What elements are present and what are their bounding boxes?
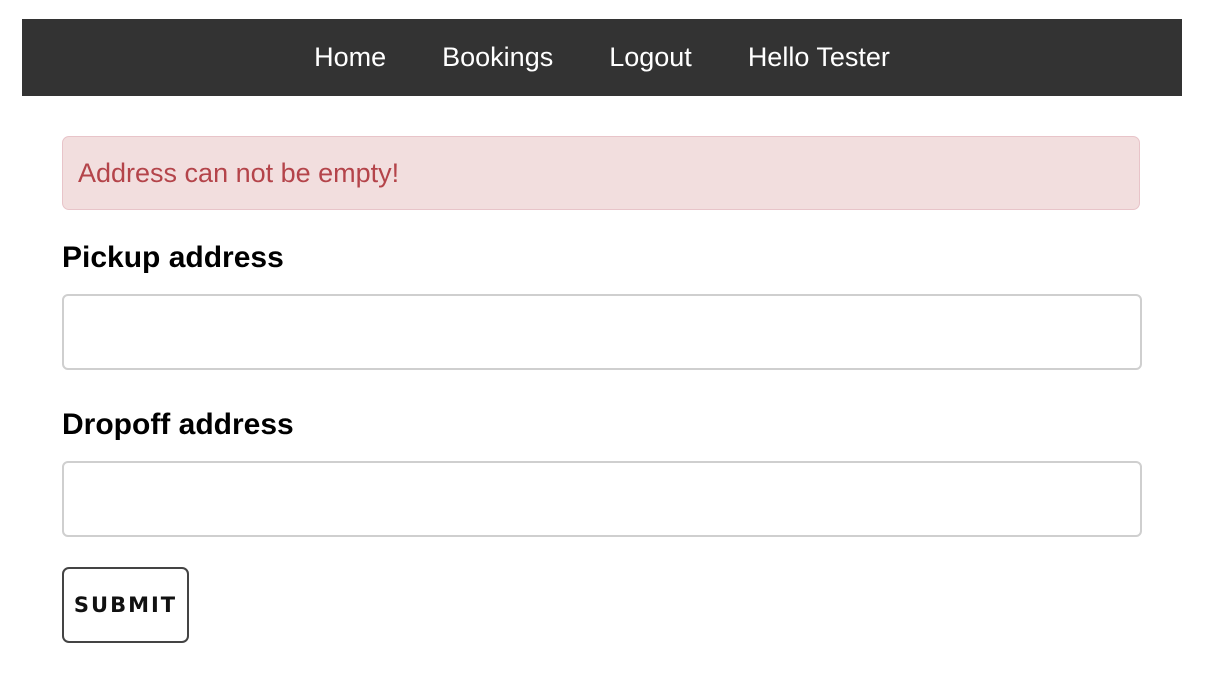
error-alert: Address can not be empty! (62, 136, 1140, 210)
top-navbar: Home Bookings Logout Hello Tester (22, 19, 1182, 96)
error-alert-message: Address can not be empty! (78, 157, 400, 188)
pickup-address-input[interactable] (62, 294, 1142, 370)
nav-user-greeting[interactable]: Hello Tester (748, 44, 890, 71)
nav-logout-link[interactable]: Logout (609, 44, 692, 71)
nav-bookings-link[interactable]: Bookings (442, 44, 553, 71)
pickup-address-label: Pickup address (62, 241, 284, 274)
submit-button[interactable]: SUBMIT (62, 567, 189, 643)
nav-home-link[interactable]: Home (314, 44, 386, 71)
dropoff-address-label: Dropoff address (62, 408, 294, 441)
dropoff-address-input[interactable] (62, 461, 1142, 537)
